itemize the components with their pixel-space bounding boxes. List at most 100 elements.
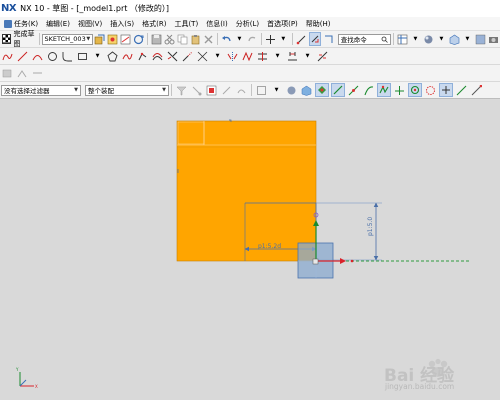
curve-dropdown-chevron-icon[interactable]: ▼	[271, 50, 284, 63]
point-icon[interactable]	[136, 50, 149, 63]
view-dropdown-chevron-icon[interactable]: ▼	[410, 33, 421, 46]
menu-insert[interactable]: 插入(S)	[106, 19, 138, 29]
render-dropdown-chevron-icon[interactable]: ▼	[436, 33, 447, 46]
circle-icon[interactable]	[46, 50, 59, 63]
menu-edit[interactable]: 编辑(E)	[42, 19, 74, 29]
snap-tangent-icon[interactable]	[393, 84, 406, 97]
corner-dropdown-chevron-icon[interactable]: ▼	[211, 50, 224, 63]
snap-dropdown-chevron-icon[interactable]: ▼	[278, 33, 289, 46]
selection-bar: 没有选择过滤器 ▼ 整个装配 ▼ ▼	[0, 82, 500, 99]
orient-to-sketch-icon[interactable]	[94, 33, 105, 46]
select-solid-icon[interactable]	[300, 84, 313, 97]
dimension-arrowhead	[373, 202, 379, 208]
polygon-icon[interactable]	[106, 50, 119, 63]
horizontal-dimension-label[interactable]: p1:5.2d	[258, 243, 281, 250]
separator	[291, 33, 293, 45]
line-icon[interactable]	[16, 50, 29, 63]
quick-trim-icon[interactable]	[166, 50, 179, 63]
window-title: NX 10 - 草图 - [_model1.prt （修改的）]	[20, 4, 170, 13]
geometric-constraints-icon[interactable]	[316, 50, 329, 63]
select-feature-icon[interactable]	[220, 84, 233, 97]
delete-icon[interactable]	[203, 33, 214, 46]
select-face-icon[interactable]	[205, 84, 218, 97]
menu-analysis[interactable]: 分析(L)	[232, 19, 263, 29]
chevron-down-icon: ▼	[86, 36, 91, 42]
origin-point[interactable]	[312, 258, 319, 265]
redo-icon[interactable]	[247, 33, 258, 46]
reattach-icon[interactable]	[107, 33, 118, 46]
select-dropdown-chevron-icon[interactable]: ▼	[270, 84, 283, 97]
selection-filter-dropdown[interactable]: 没有选择过滤器 ▼	[1, 84, 81, 96]
orient-dropdown-chevron-icon[interactable]: ▼	[462, 33, 473, 46]
rectangle-icon[interactable]	[76, 50, 89, 63]
render-style-icon[interactable]	[423, 33, 434, 46]
snap-bounded-icon[interactable]	[470, 84, 483, 97]
camera-icon[interactable]	[488, 33, 499, 46]
fillet-icon[interactable]	[61, 50, 74, 63]
dimension-dropdown-chevron-icon[interactable]: ▼	[301, 50, 314, 63]
orient-view-icon[interactable]	[449, 33, 460, 46]
sketch-point-marker[interactable]	[350, 259, 354, 263]
menu-help[interactable]: 帮助(H)	[302, 19, 335, 29]
alternate-solution-icon[interactable]	[16, 67, 29, 80]
menu-format[interactable]: 格式(R)	[138, 19, 170, 29]
profile-icon[interactable]	[1, 50, 14, 63]
x-axis-arrowhead	[340, 258, 346, 264]
update-model-icon[interactable]	[133, 33, 144, 46]
filter-settings-icon[interactable]	[175, 84, 188, 97]
finish-sketch-button[interactable]: 完成草图	[2, 29, 37, 49]
rectangle-dropdown-chevron-icon[interactable]: ▼	[91, 50, 104, 63]
snap-control-point-icon[interactable]	[347, 84, 360, 97]
derived-lines-icon[interactable]	[256, 50, 269, 63]
vertical-dimension-label[interactable]: p1:5.0	[367, 217, 374, 236]
convert-to-reference-icon[interactable]	[1, 67, 14, 80]
mirror-curve-icon[interactable]	[226, 50, 239, 63]
select-all-icon[interactable]	[190, 84, 203, 97]
background-icon[interactable]	[475, 33, 486, 46]
select-shaded-icon[interactable]	[285, 84, 298, 97]
copy-icon[interactable]	[177, 33, 188, 46]
view-triad-y-label: Y	[15, 367, 19, 372]
menu-view[interactable]: 视图(V)	[74, 19, 106, 29]
snap-point-on-surface-icon[interactable]	[455, 84, 468, 97]
snap-intersection-icon[interactable]	[362, 84, 375, 97]
orange-solid-body[interactable]	[176, 120, 317, 262]
snap-circle-icon[interactable]	[424, 84, 437, 97]
spline-icon[interactable]	[121, 50, 134, 63]
selection-scope-dropdown[interactable]: 整个装配 ▼	[85, 84, 169, 96]
menu-task[interactable]: 任务(K)	[0, 19, 42, 29]
view-layout-icon[interactable]	[397, 33, 408, 46]
snap-endpoint-icon[interactable]	[315, 83, 329, 97]
make-corner-icon[interactable]	[196, 50, 209, 63]
constraint-display-icon[interactable]	[323, 33, 334, 46]
graphics-window[interactable]: p1:5.0 p1:5.2d Y X Bai 经验 jingyan.baidu.…	[0, 99, 500, 400]
undo-icon[interactable]	[221, 33, 232, 46]
snap-option-icon[interactable]	[296, 33, 307, 46]
rectangle-select-icon[interactable]	[255, 84, 268, 97]
pattern-curve-icon[interactable]	[241, 50, 254, 63]
sketch-name-dropdown[interactable]: SKETCH_003 ▼	[41, 33, 94, 45]
snap-point-icon[interactable]	[265, 33, 276, 46]
undo-dropdown-chevron-icon[interactable]: ▼	[234, 33, 245, 46]
menu-tools[interactable]: 工具(T)	[170, 19, 202, 29]
quick-extend-icon[interactable]	[181, 50, 194, 63]
menu-info[interactable]: 信息(I)	[202, 19, 232, 29]
snap-arc-center-icon[interactable]	[377, 83, 391, 97]
arc-icon[interactable]	[31, 50, 44, 63]
sketch-settings-icon[interactable]	[120, 33, 131, 46]
save-icon[interactable]	[151, 33, 162, 46]
snap-midpoint-icon[interactable]	[331, 83, 345, 97]
infer-constraints-icon[interactable]	[308, 32, 321, 46]
animate-dimension-icon[interactable]	[31, 67, 44, 80]
cut-icon[interactable]	[164, 33, 175, 46]
snap-quadrant-icon[interactable]	[408, 83, 422, 97]
paste-icon[interactable]	[190, 33, 201, 46]
chevron-down-icon: ▼	[74, 87, 78, 93]
menu-preferences[interactable]: 首选项(P)	[263, 19, 302, 29]
select-body-icon[interactable]	[235, 84, 248, 97]
snap-point-on-curve-icon[interactable]	[439, 83, 453, 97]
offset-curve-icon[interactable]	[151, 50, 164, 63]
rapid-dimension-icon[interactable]	[286, 50, 299, 63]
separator	[171, 84, 172, 96]
command-search-field[interactable]: 查找命令	[337, 33, 392, 45]
